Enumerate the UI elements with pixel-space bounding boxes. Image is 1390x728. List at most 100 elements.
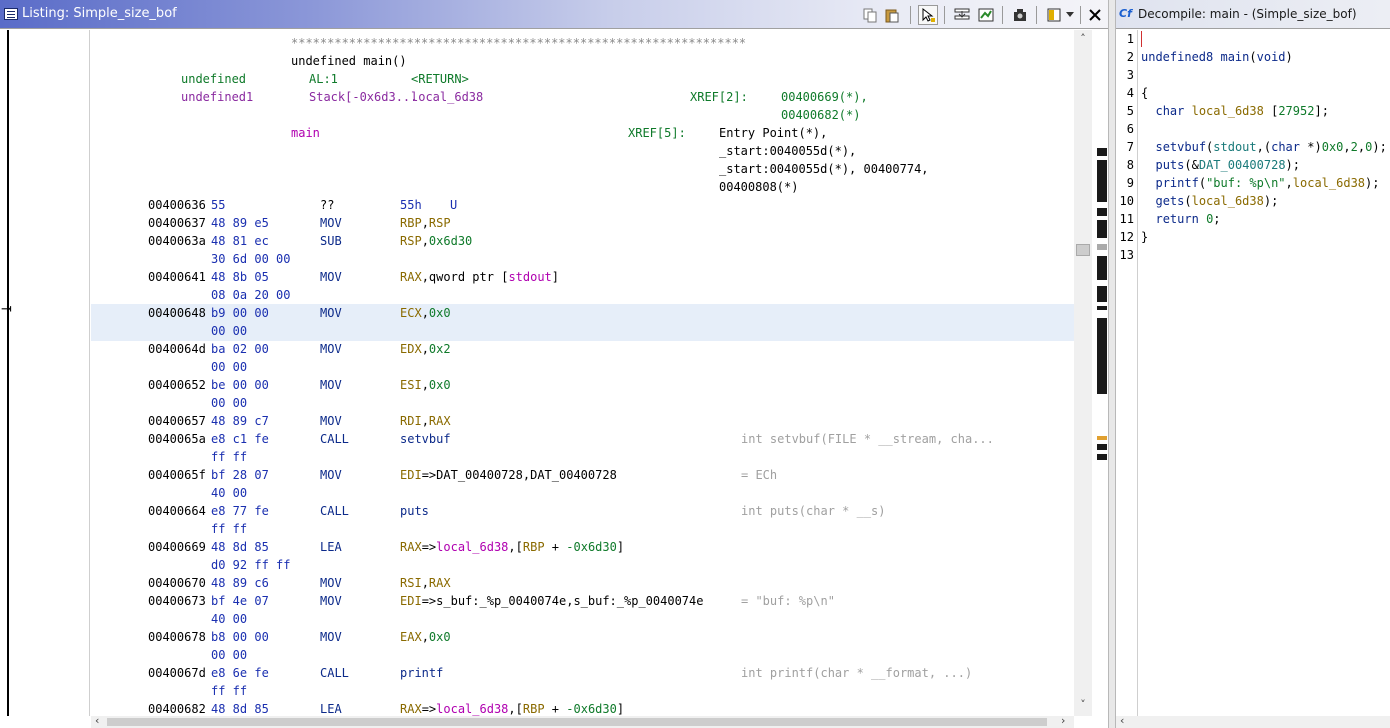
code-line[interactable]: printf("buf: %p\n",local_6d38);	[1141, 174, 1379, 192]
instruction-address[interactable]: 0040067d	[148, 664, 206, 682]
pane-divider[interactable]	[1108, 0, 1116, 728]
instruction-operands[interactable]: RBP,RSP	[400, 214, 451, 232]
copy-icon[interactable]	[860, 5, 880, 25]
code-line[interactable]: {	[1141, 84, 1148, 102]
listing-vertical-scrollbar[interactable]: ˄ ˅	[1074, 30, 1092, 716]
scroll-left-icon[interactable]: ‹	[1120, 714, 1124, 727]
instruction-operands[interactable]: RAX,qword ptr [stdout]	[400, 268, 559, 286]
code-line[interactable]: return 0;	[1141, 210, 1220, 228]
dropdown-icon[interactable]	[1064, 5, 1076, 25]
instruction-address[interactable]: 00400636	[148, 196, 206, 214]
instruction-mnemonic[interactable]: CALL	[320, 664, 349, 682]
xref-link[interactable]: _start:0040055d(*), 00400774,	[719, 160, 929, 178]
instruction-bytes: 48 81 ec	[211, 234, 269, 248]
xref-link[interactable]: 00400808(*)	[719, 178, 798, 196]
code-line[interactable]: puts(&DAT_00400728);	[1141, 156, 1300, 174]
instruction-operands[interactable]: setvbuf	[400, 430, 451, 448]
line-number: 7	[1126, 140, 1134, 154]
cursor-select-icon[interactable]	[918, 5, 938, 25]
instruction-mnemonic[interactable]: MOV	[320, 304, 342, 322]
instruction-mnemonic[interactable]: MOV	[320, 592, 342, 610]
paste-icon[interactable]	[882, 5, 902, 25]
xref-link[interactable]: _start:0040055d(*),	[719, 142, 856, 160]
code-line[interactable]: setvbuf(stdout,(char *)0x0,2,0);	[1141, 138, 1386, 156]
instruction-mnemonic[interactable]: ??	[320, 196, 334, 214]
code-line[interactable]: undefined8 main(void)	[1141, 48, 1293, 66]
scroll-thumb[interactable]	[1076, 244, 1090, 256]
instruction-mnemonic[interactable]: MOV	[320, 376, 342, 394]
instruction-address[interactable]: 00400664	[148, 502, 206, 520]
close-icon[interactable]	[1085, 5, 1105, 25]
instruction-operands[interactable]: 55h	[400, 196, 422, 214]
instruction-bytes-cont: 00 00	[211, 648, 248, 662]
instruction-mnemonic[interactable]: SUB	[320, 232, 342, 250]
instruction-operands[interactable]: EDX,0x2	[400, 340, 451, 358]
scroll-right-icon[interactable]: ›	[1061, 714, 1065, 727]
instruction-bytes: b8 00 00	[211, 630, 269, 644]
instruction-address[interactable]: 00400637	[148, 214, 206, 232]
instruction-mnemonic[interactable]: MOV	[320, 340, 342, 358]
scroll-up-icon[interactable]: ˄	[1074, 32, 1092, 48]
instruction-address[interactable]: 00400670	[148, 574, 206, 592]
instruction-address[interactable]: 0040064d	[148, 340, 206, 358]
instruction-operands[interactable]: RSP,0x6d30	[400, 232, 472, 250]
overview-bar[interactable]	[1093, 30, 1108, 716]
instruction-address[interactable]: 00400648	[148, 304, 206, 322]
line-number: 11	[1119, 212, 1134, 226]
insert-row-icon[interactable]	[952, 5, 972, 25]
decompile-pane: Cf Decompile: main - (Simple_size_bof) 1…	[1116, 0, 1390, 728]
param-name[interactable]: local_6d38	[411, 88, 483, 106]
instruction-address[interactable]: 00400678	[148, 628, 206, 646]
decompile-title-bar: Cf Decompile: main - (Simple_size_bof)	[1116, 0, 1390, 29]
instruction-operands[interactable]: puts	[400, 502, 429, 520]
scroll-left-icon[interactable]: ‹	[95, 714, 99, 727]
instruction-bytes: 48 8b 05	[211, 270, 269, 284]
function-signature[interactable]: undefined main()	[291, 52, 407, 70]
instruction-operands[interactable]: printf	[400, 664, 443, 682]
instruction-operands[interactable]: EAX,0x0	[400, 628, 451, 646]
instruction-address[interactable]: 0040063a	[148, 232, 206, 250]
listing-horizontal-scrollbar[interactable]: ‹ ›	[91, 714, 1074, 728]
instruction-operands[interactable]: EDI=>DAT_00400728,DAT_00400728	[400, 466, 617, 484]
layout-icon[interactable]	[1044, 5, 1064, 25]
instruction-operands[interactable]: ESI,0x0	[400, 376, 451, 394]
instruction-mnemonic[interactable]: MOV	[320, 466, 342, 484]
listing-margin[interactable]	[0, 30, 90, 716]
instruction-address[interactable]: 00400673	[148, 592, 206, 610]
instruction-mnemonic[interactable]: CALL	[320, 502, 349, 520]
instruction-address[interactable]: 00400669	[148, 538, 206, 556]
instruction-address[interactable]: 00400657	[148, 412, 206, 430]
function-label[interactable]: main	[291, 124, 320, 142]
code-line[interactable]: }	[1141, 228, 1148, 246]
instruction-bytes: e8 77 fe	[211, 504, 269, 518]
instruction-operands[interactable]: ECX,0x0	[400, 304, 451, 322]
instruction-address[interactable]: 0040065f	[148, 466, 206, 484]
instruction-operands[interactable]: RDI,RAX	[400, 412, 451, 430]
instruction-operands[interactable]: RSI,RAX	[400, 574, 451, 592]
xref-link[interactable]: 00400669(*),	[781, 88, 868, 106]
decompile-horizontal-scrollbar[interactable]: ‹	[1116, 714, 1390, 728]
instruction-address[interactable]: 00400641	[148, 268, 206, 286]
xref-link[interactable]: Entry Point(*),	[719, 124, 827, 142]
instruction-address[interactable]: 0040065a	[148, 430, 206, 448]
scroll-down-icon[interactable]: ˅	[1074, 698, 1092, 714]
instruction-mnemonic[interactable]: MOV	[320, 574, 342, 592]
code-line[interactable]: char local_6d38 [27952];	[1141, 102, 1328, 120]
xref-link[interactable]: 00400682(*)	[781, 106, 860, 124]
instruction-operands[interactable]: EDI=>s_buf:_%p_0040074e,s_buf:_%p_004007…	[400, 592, 703, 610]
code-line[interactable]: gets(local_6d38);	[1141, 192, 1278, 210]
instruction-mnemonic[interactable]: MOV	[320, 628, 342, 646]
instruction-mnemonic[interactable]: MOV	[320, 214, 342, 232]
param-name[interactable]: <RETURN>	[411, 70, 469, 88]
instruction-mnemonic[interactable]: LEA	[320, 538, 342, 556]
instruction-mnemonic[interactable]: MOV	[320, 268, 342, 286]
diff-icon[interactable]	[976, 5, 996, 25]
instruction-mnemonic[interactable]: MOV	[320, 412, 342, 430]
line-number: 8	[1126, 158, 1134, 172]
snapshot-icon[interactable]	[1010, 5, 1030, 25]
instruction-address[interactable]: 00400652	[148, 376, 206, 394]
hscroll-thumb[interactable]	[107, 718, 1047, 726]
instruction-bytes: 55	[211, 198, 226, 212]
instruction-operands[interactable]: RAX=>local_6d38,[RBP + -0x6d30]	[400, 538, 624, 556]
instruction-mnemonic[interactable]: CALL	[320, 430, 349, 448]
